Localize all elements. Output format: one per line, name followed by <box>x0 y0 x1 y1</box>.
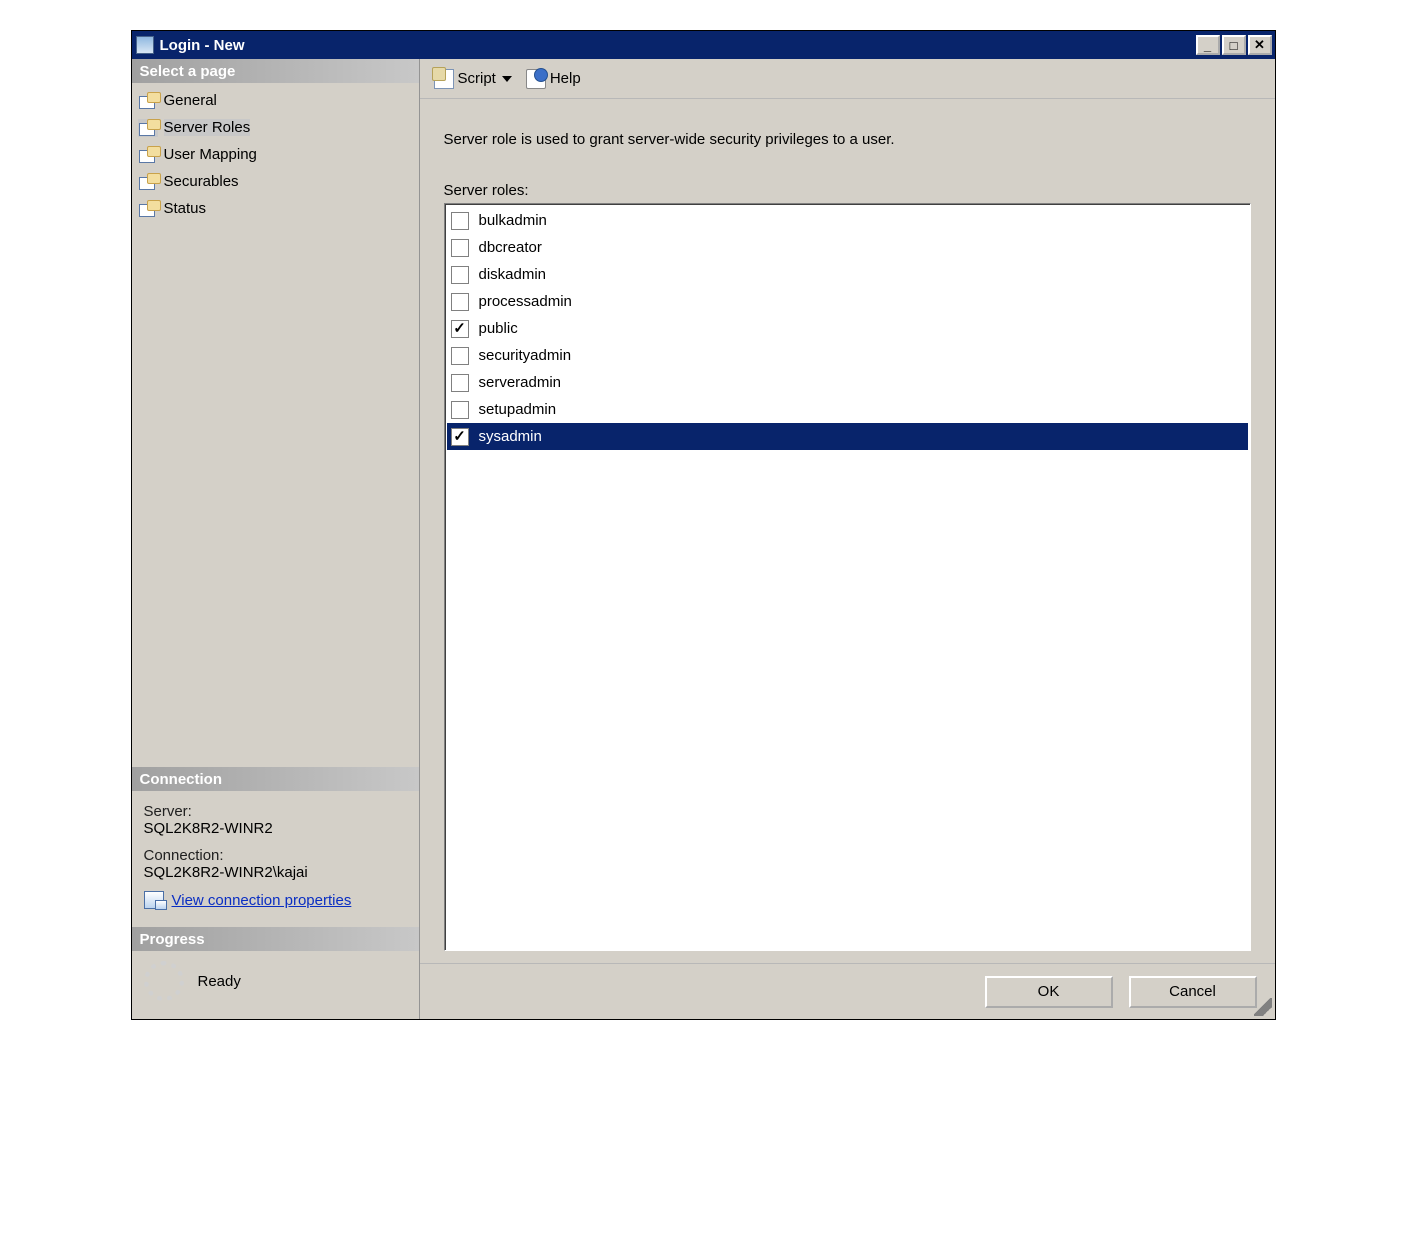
page-list: General Server Roles User Mapping Securable… <box>132 83 419 226</box>
sidebar-item-server-roles[interactable]: Server Roles <box>132 114 419 141</box>
role-row-bulkadmin[interactable]: bulkadmin <box>447 207 1248 234</box>
sidebar-item-label: Status <box>164 200 207 217</box>
role-checkbox-setupadmin[interactable] <box>451 401 469 419</box>
sidebar: Select a page General Server Roles User Ma… <box>132 59 420 1019</box>
close-button[interactable]: ✕ <box>1248 35 1272 55</box>
role-label: public <box>479 320 1248 337</box>
progress-header: Progress <box>132 927 419 951</box>
role-checkbox-serveradmin[interactable] <box>451 374 469 392</box>
help-label: Help <box>550 70 581 87</box>
maximize-button[interactable]: □ <box>1222 35 1246 55</box>
script-icon <box>434 69 454 89</box>
sidebar-item-label: General <box>164 92 217 109</box>
help-button[interactable]: Help <box>522 67 585 91</box>
role-label: serveradmin <box>479 374 1248 391</box>
sidebar-item-general[interactable]: General <box>132 87 419 114</box>
progress-ring-icon <box>144 961 184 1001</box>
cancel-button[interactable]: Cancel <box>1129 976 1257 1008</box>
page-icon <box>138 200 158 218</box>
role-label: securityadmin <box>479 347 1248 364</box>
sidebar-item-status[interactable]: Status <box>132 195 419 222</box>
role-label: dbcreator <box>479 239 1248 256</box>
role-label: diskadmin <box>479 266 1248 283</box>
role-label: sysadmin <box>479 428 1248 445</box>
page-icon <box>138 119 158 137</box>
role-checkbox-dbcreator[interactable] <box>451 239 469 257</box>
page-icon <box>138 146 158 164</box>
role-row-sysadmin[interactable]: sysadmin <box>447 423 1248 450</box>
script-button[interactable]: Script <box>430 67 516 91</box>
script-label: Script <box>458 70 496 87</box>
role-row-securityadmin[interactable]: securityadmin <box>447 342 1248 369</box>
role-label: processadmin <box>479 293 1248 310</box>
role-row-processadmin[interactable]: processadmin <box>447 288 1248 315</box>
login-new-dialog: Login - New _ □ ✕ Select a page GeneralS… <box>131 30 1276 1020</box>
resize-grip[interactable] <box>1254 998 1272 1016</box>
server-value: SQL2K8R2-WINR2 <box>144 820 411 837</box>
progress-status: Ready <box>198 973 241 990</box>
connection-info: Server: SQL2K8R2-WINR2 Connection: SQL2K… <box>132 791 419 927</box>
role-label: setupadmin <box>479 401 1248 418</box>
select-a-page-header: Select a page <box>132 59 419 83</box>
role-row-diskadmin[interactable]: diskadmin <box>447 261 1248 288</box>
connection-properties-icon <box>144 891 164 909</box>
role-row-setupadmin[interactable]: setupadmin <box>447 396 1248 423</box>
page-description: Server role is used to grant server-wide… <box>444 131 1251 148</box>
role-checkbox-securityadmin[interactable] <box>451 347 469 365</box>
minimize-button[interactable]: _ <box>1196 35 1220 55</box>
ok-button[interactable]: OK <box>985 976 1113 1008</box>
sidebar-item-user-mapping[interactable]: User Mapping <box>132 141 419 168</box>
sidebar-item-label: User Mapping <box>164 146 257 163</box>
role-row-dbcreator[interactable]: dbcreator <box>447 234 1248 261</box>
server-roles-label: Server roles: <box>444 182 1251 199</box>
title-bar[interactable]: Login - New _ □ ✕ <box>132 31 1275 59</box>
help-icon <box>526 69 546 89</box>
app-icon <box>136 36 154 54</box>
content-area: Script Help Server role is used to grant… <box>420 59 1275 1019</box>
server-label: Server: <box>144 803 411 820</box>
toolbar: Script Help <box>420 59 1275 99</box>
sidebar-item-securables[interactable]: Securables <box>132 168 419 195</box>
connection-header: Connection <box>132 767 419 791</box>
role-checkbox-diskadmin[interactable] <box>451 266 469 284</box>
connection-value: SQL2K8R2-WINR2\kajai <box>144 864 411 881</box>
window-title: Login - New <box>160 37 1196 54</box>
role-label: bulkadmin <box>479 212 1248 229</box>
dialog-footer: OK Cancel <box>420 963 1275 1019</box>
role-checkbox-processadmin[interactable] <box>451 293 469 311</box>
role-row-serveradmin[interactable]: serveradmin <box>447 369 1248 396</box>
page-icon <box>138 173 158 191</box>
sidebar-item-label: Securables <box>164 173 239 190</box>
role-checkbox-public[interactable] <box>451 320 469 338</box>
role-row-public[interactable]: public <box>447 315 1248 342</box>
page-icon <box>138 92 158 110</box>
connection-label: Connection: <box>144 847 411 864</box>
progress-block: Ready <box>132 951 419 1019</box>
server-roles-listbox[interactable]: bulkadmin dbcreator diskadmin processadmin p… <box>444 203 1251 951</box>
sidebar-item-label: Server Roles <box>164 119 251 136</box>
role-checkbox-bulkadmin[interactable] <box>451 212 469 230</box>
chevron-down-icon <box>502 76 512 82</box>
role-checkbox-sysadmin[interactable] <box>451 428 469 446</box>
view-connection-properties-link[interactable]: View connection properties <box>172 892 352 909</box>
